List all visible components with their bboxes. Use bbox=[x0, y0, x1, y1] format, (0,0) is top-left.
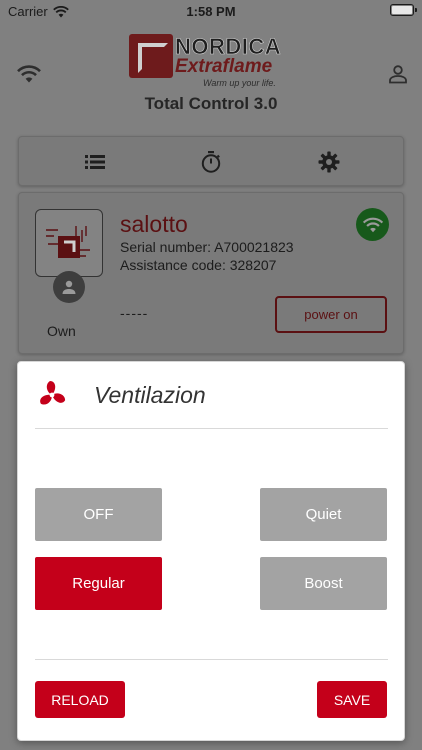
status-bar: Carrier 1:58 PM bbox=[0, 0, 422, 22]
option-regular-button[interactable]: Regular bbox=[35, 557, 162, 610]
option-boost-button[interactable]: Boost bbox=[260, 557, 387, 610]
stove-logo-icon bbox=[46, 226, 90, 258]
serial-number: Serial number: A700021823 bbox=[120, 239, 294, 255]
battery-icon bbox=[390, 4, 417, 16]
avatar bbox=[53, 271, 85, 303]
timer-icon[interactable] bbox=[199, 150, 223, 174]
brand-logo: NORDICA Extraflame Warm up your life. bbox=[129, 34, 297, 88]
dialog-title: Ventilazion bbox=[94, 382, 206, 408]
app-title: Total Control 3.0 bbox=[144, 94, 278, 113]
settings-icon[interactable] bbox=[317, 150, 341, 174]
list-icon[interactable] bbox=[83, 150, 107, 174]
app-header: NORDICA Extraflame Warm up your life. To… bbox=[0, 22, 422, 126]
user-icon[interactable] bbox=[388, 64, 408, 84]
divider-bottom bbox=[35, 659, 388, 660]
connection-badge bbox=[356, 208, 389, 241]
option-off-button[interactable]: OFF bbox=[35, 488, 162, 541]
device-state: ----- bbox=[120, 305, 149, 321]
person-icon bbox=[62, 280, 76, 294]
ownership-label: Own bbox=[47, 323, 76, 339]
tab-bar bbox=[18, 136, 404, 186]
option-quiet-button[interactable]: Quiet bbox=[260, 488, 387, 541]
ventilation-dialog: Ventilazion OFF Quiet Regular Boost RELO… bbox=[17, 361, 405, 741]
device-name: salotto bbox=[120, 211, 188, 237]
assistance-code: Assistance code: 328207 bbox=[120, 257, 277, 273]
wifi-connected-icon bbox=[362, 217, 383, 232]
brand-mark-icon bbox=[129, 34, 173, 78]
clock: 1:58 PM bbox=[186, 4, 236, 19]
stove-image bbox=[35, 209, 103, 277]
save-button[interactable]: SAVE bbox=[317, 681, 387, 718]
device-card[interactable]: Own salotto Serial number: A700021823 As… bbox=[18, 192, 404, 354]
wifi-icon[interactable] bbox=[16, 64, 42, 84]
fan-icon bbox=[40, 381, 66, 405]
brand-tagline: Warm up your life. bbox=[203, 78, 276, 88]
brand-subname: Extraflame bbox=[175, 56, 273, 77]
divider-top bbox=[35, 428, 388, 429]
power-on-button[interactable]: power on bbox=[275, 296, 387, 333]
reload-button[interactable]: RELOAD bbox=[35, 681, 125, 718]
